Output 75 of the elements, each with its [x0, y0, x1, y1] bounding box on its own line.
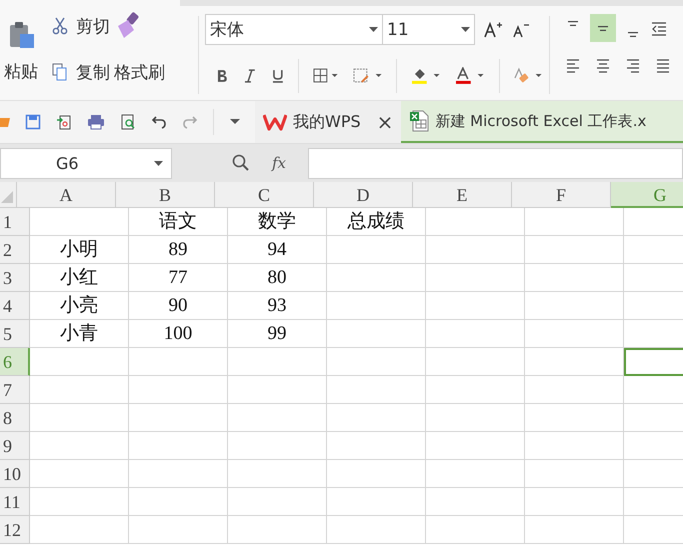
paste-button[interactable]: 粘贴 [4, 60, 38, 83]
row-header[interactable]: 4 [0, 292, 30, 320]
bold-icon[interactable] [215, 69, 229, 83]
table-cell: 小青 [30, 320, 129, 348]
indent-icon[interactable] [650, 20, 668, 36]
cut-button[interactable]: 剪切 [76, 14, 110, 38]
table-cell: 总成绩 [327, 208, 426, 236]
name-box[interactable]: G6 [0, 148, 172, 178]
align-icon [568, 21, 578, 26]
row-header[interactable]: 1 [0, 208, 30, 236]
row-header[interactable]: 3 [0, 264, 30, 292]
table-cell: 94 [228, 236, 327, 264]
table-cell: 93 [228, 292, 327, 320]
format-painter-button[interactable]: 格式刷 [114, 60, 165, 84]
increase-font-icon[interactable] [483, 20, 503, 38]
dropdown-caret-icon[interactable] [154, 160, 163, 166]
font-size-dropdown[interactable]: 11 [383, 14, 475, 45]
table-cell: 小明 [30, 236, 129, 264]
align-icon [565, 57, 581, 75]
undo-icon[interactable] [151, 114, 167, 130]
close-tab-button[interactable]: × [376, 110, 394, 134]
column-header[interactable]: B [116, 182, 215, 208]
row-header[interactable]: 7 [0, 376, 30, 404]
clear-format-icon[interactable] [513, 67, 544, 85]
table-cell: 89 [129, 236, 228, 264]
column-header[interactable]: A [17, 182, 116, 208]
underline-icon[interactable] [270, 69, 284, 83]
table-cell: 80 [228, 264, 327, 292]
document-tab[interactable]: 新建 Microsoft Excel 工作表.x [401, 101, 683, 143]
dropdown-caret-icon[interactable] [229, 118, 241, 126]
dropdown-caret-icon[interactable] [369, 27, 378, 32]
table-cell: 小亮 [30, 292, 129, 320]
save-icon[interactable] [25, 114, 41, 130]
row-header[interactable]: 5 [0, 320, 30, 348]
copy-icon[interactable] [52, 63, 68, 81]
row-header[interactable]: 8 [0, 404, 30, 432]
fill-color-icon[interactable] [411, 67, 441, 85]
align-icon [625, 57, 641, 75]
spreadsheet-file-icon [409, 110, 430, 132]
row-header[interactable]: 10 [0, 460, 30, 488]
table-cell: 77 [129, 264, 228, 292]
row-header[interactable]: 9 [0, 432, 30, 460]
zoom-search-icon[interactable] [232, 154, 250, 172]
function-button[interactable]: fx [272, 154, 286, 172]
table-cell: 90 [129, 292, 228, 320]
table-cell: 语文 [129, 208, 228, 236]
table-cell: 小红 [30, 264, 129, 292]
cell-style-icon[interactable] [352, 68, 382, 84]
align-icon [598, 26, 608, 30]
wps-logo-icon [263, 113, 287, 131]
dropdown-caret-icon[interactable] [461, 27, 470, 32]
align-icon [595, 57, 611, 75]
document-tab[interactable]: 我的WPS × [255, 101, 402, 143]
column-header[interactable]: E [413, 182, 512, 208]
formula-input[interactable] [308, 148, 683, 178]
vertical-align-button[interactable] [590, 14, 616, 42]
italic-icon[interactable] [242, 69, 257, 83]
row-header[interactable]: 12 [0, 516, 30, 544]
row-header[interactable]: 2 [0, 236, 30, 264]
export-pdf-icon[interactable] [56, 114, 72, 130]
table-cell: 99 [228, 320, 327, 348]
column-header[interactable]: C [215, 182, 314, 208]
table-cell: 数学 [228, 208, 327, 236]
font-name-dropdown[interactable]: 宋体 [205, 14, 383, 45]
print-icon[interactable] [87, 114, 105, 130]
align-icon [655, 57, 671, 75]
copy-button[interactable]: 复制 [76, 60, 110, 84]
row-header[interactable]: 11 [0, 488, 30, 516]
print-preview-icon[interactable] [120, 114, 136, 130]
align-icon [628, 32, 638, 37]
borders-icon[interactable] [313, 68, 339, 84]
font-color-icon[interactable] [454, 67, 484, 85]
table-cell: 100 [129, 320, 228, 348]
column-header[interactable]: D [314, 182, 413, 208]
scissors-icon[interactable] [52, 17, 68, 35]
